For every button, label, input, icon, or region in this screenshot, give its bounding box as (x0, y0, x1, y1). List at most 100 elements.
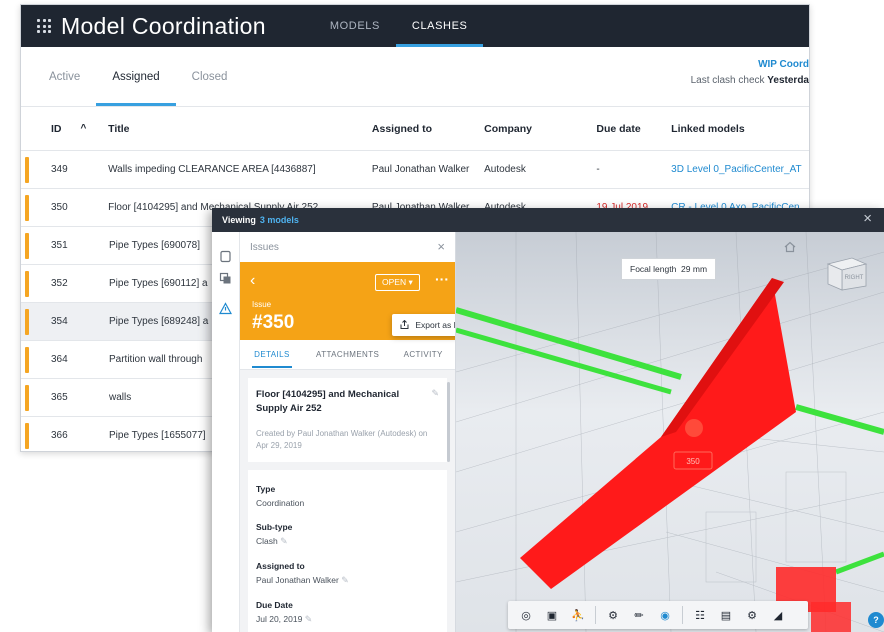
edit-icon[interactable]: ✎ (341, 575, 349, 585)
first-person-icon[interactable]: ⛹ (566, 604, 590, 626)
field-label: Sub-type (256, 522, 293, 532)
close-viewer-icon[interactable]: × (863, 210, 872, 227)
table-header: ID ^ Title Assigned to Company Due date … (21, 107, 809, 151)
clash-element (520, 278, 851, 632)
col-assigned[interactable]: Assigned to (372, 123, 484, 135)
issue-title-card: Floor [4104295] and Mechanical Supply Ai… (248, 378, 447, 462)
nav-models[interactable]: MODELS (314, 5, 396, 47)
issue-panel: Issues × ‹ OPEN ▾ ··· Issue #350 Export … (240, 232, 456, 632)
status-bar (25, 347, 29, 373)
tab-active[interactable]: Active (33, 47, 96, 106)
nav-clashes[interactable]: CLASHES (395, 5, 484, 47)
field-due-date: Due Date Jul 20, 2019 ✎ (256, 600, 439, 625)
row-id: 349 (51, 164, 68, 175)
help-icon[interactable]: ? (868, 612, 884, 628)
field-label: Due Date (256, 600, 293, 610)
tab-details[interactable]: DETAILS (252, 341, 292, 368)
toolbar-divider (682, 606, 683, 624)
screen: Model Coordination MODELS CLASHES Active… (0, 0, 884, 632)
row-title: Walls impeding CLEARANCE AREA [4436887] (108, 164, 316, 175)
focal-value: 29 mm (681, 264, 708, 274)
issue-tabs: DETAILS ATTACHMENTS ACTIVITY (240, 340, 455, 370)
app-grid-icon[interactable] (37, 19, 51, 33)
tab-attachments[interactable]: ATTACHMENTS (316, 350, 379, 359)
field-value[interactable]: Clash ✎ (256, 536, 439, 547)
row-due: - (596, 164, 600, 175)
visibility-icon[interactable]: ◉ (653, 604, 677, 626)
row-company: Autodesk (484, 164, 526, 175)
orbit-icon[interactable]: ◎ (514, 604, 538, 626)
measure-icon[interactable]: ✏ (627, 604, 651, 626)
toolbar-divider (595, 606, 596, 624)
last-clash-check: Last clash check Yesterda (691, 75, 809, 86)
status-bar (25, 271, 29, 297)
model-browser-icon[interactable]: ☷ (688, 604, 712, 626)
tab-closed[interactable]: Closed (176, 47, 244, 106)
back-arrow-icon[interactable]: ‹ (250, 272, 255, 290)
table-row[interactable]: 349 Walls impeding CLEARANCE AREA [44368… (21, 151, 809, 189)
close-issues-icon[interactable]: × (437, 239, 445, 254)
clash-marker[interactable] (685, 419, 703, 437)
model-viewport[interactable]: 350 Focal length 29 mm RIGHT ◎ ▣ ⛹ ⚙ ✏ ◉… (456, 232, 884, 632)
row-linked-model[interactable]: 3D Level 0_PacificCenter_AT (671, 164, 809, 175)
more-options-icon[interactable]: ··· (435, 271, 449, 287)
panel-scrollbar[interactable] (447, 382, 450, 462)
edit-title-icon[interactable]: ✎ (431, 388, 439, 416)
issue-title: Floor [4104295] and Mechanical Supply Ai… (256, 389, 400, 414)
focal-length-readout[interactable]: Focal length 29 mm (621, 258, 717, 280)
layers-icon[interactable] (219, 272, 232, 285)
view-cube-icon[interactable]: RIGHT (822, 252, 870, 292)
settings-icon[interactable]: ⚙ (740, 604, 764, 626)
coordination-space-link[interactable]: WIP Coord (691, 59, 809, 70)
model-scene: 350 (456, 232, 884, 632)
fit-view-icon[interactable]: ▣ (540, 604, 564, 626)
models-count-link[interactable]: 3 models (260, 215, 299, 225)
top-nav: MODELS CLASHES (314, 5, 484, 47)
warning-icon[interactable] (219, 302, 232, 315)
coordination-space-info: WIP Coord Last clash check Yesterda (691, 59, 809, 86)
export-pdf-label: Export as PDF (415, 320, 455, 330)
field-type: Type Coordination (256, 484, 439, 508)
row-id: 354 (51, 316, 68, 327)
col-id[interactable]: ID (21, 123, 81, 135)
tab-assigned[interactable]: Assigned (96, 47, 176, 106)
status-bar (25, 195, 29, 221)
field-value: Coordination (256, 498, 305, 508)
home-icon[interactable] (783, 240, 797, 254)
fullscreen-icon[interactable]: ◢ (766, 604, 790, 626)
status-dropdown[interactable]: OPEN ▾ (375, 274, 420, 291)
section-icon[interactable]: ⚙ (601, 604, 625, 626)
last-check-label: Last clash check (690, 75, 765, 86)
field-value-text: Clash (256, 536, 278, 546)
col-title[interactable]: Title (108, 123, 372, 135)
issue-fields-card: Type Coordination Sub-type Clash ✎ Assig… (248, 470, 447, 632)
properties-icon[interactable]: ▤ (714, 604, 738, 626)
field-value[interactable]: Jul 20, 2019 ✎ (256, 614, 439, 625)
status-bar (25, 157, 29, 183)
edit-icon[interactable]: ✎ (280, 536, 288, 546)
viewer-toolbar: ◎ ▣ ⛹ ⚙ ✏ ◉ ☷ ▤ ⚙ ◢ (508, 601, 808, 629)
export-pdf-menu-item[interactable]: Export as PDF (392, 314, 455, 336)
last-check-value: Yesterda (767, 75, 809, 86)
field-label: Assigned to (256, 561, 305, 571)
app-topbar: Model Coordination MODELS CLASHES (21, 5, 809, 47)
col-company[interactable]: Company (484, 123, 596, 135)
sort-ascending-icon[interactable]: ^ (81, 123, 109, 134)
viewer-side-rail (212, 232, 240, 632)
field-value[interactable]: Paul Jonathan Walker ✎ (256, 575, 439, 586)
row-assigned: Paul Jonathan Walker (371, 164, 470, 175)
share-icon (400, 319, 409, 329)
row-id: 364 (51, 354, 68, 365)
edit-icon[interactable]: ✎ (305, 614, 313, 624)
viewer-window: Viewing 3 models × Issues × ‹ OPEN ▾ ···… (212, 208, 884, 632)
status-bar (25, 309, 29, 335)
issues-title: Issues (250, 241, 279, 253)
col-linked[interactable]: Linked models (671, 123, 809, 135)
row-id: 365 (51, 392, 68, 403)
tab-activity[interactable]: ACTIVITY (404, 350, 443, 359)
issue-created-by: Created by Paul Jonathan Walker (Autodes… (256, 429, 428, 450)
field-assigned-to: Assigned to Paul Jonathan Walker ✎ (256, 561, 439, 586)
col-due[interactable]: Due date (596, 123, 671, 135)
issue-label: Issue (252, 300, 272, 309)
sheet-icon[interactable] (219, 250, 232, 263)
